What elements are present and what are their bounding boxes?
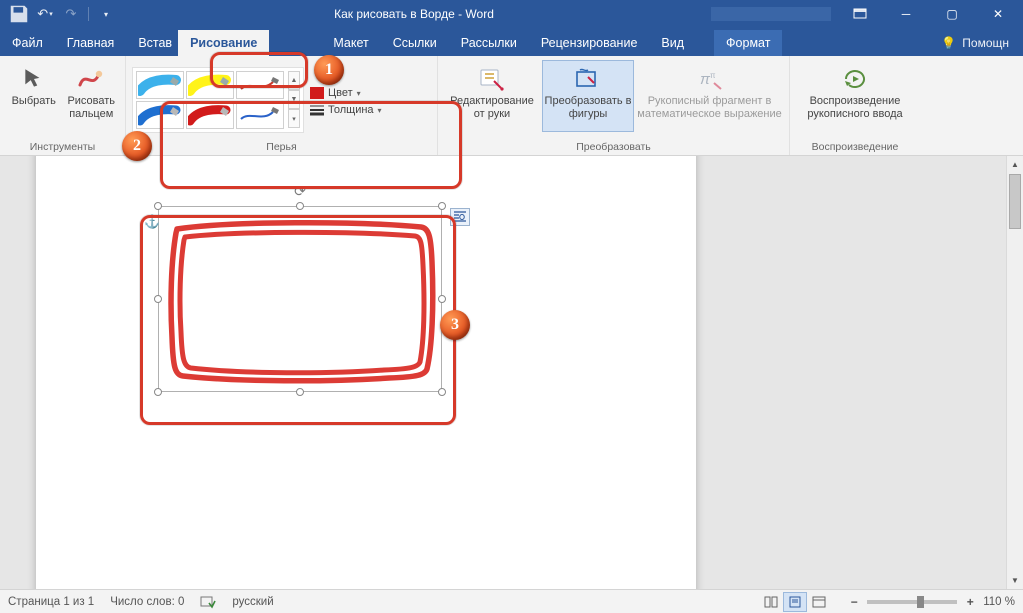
gallery-down-button[interactable]: ▼ bbox=[288, 90, 300, 109]
pen-color-menu[interactable]: Цвет ▾ bbox=[308, 86, 384, 100]
tab-review[interactable]: Рецензирование bbox=[529, 30, 650, 56]
svg-text:π: π bbox=[710, 71, 716, 80]
tab-insert[interactable]: Встав bbox=[126, 30, 178, 56]
account-strip[interactable] bbox=[711, 7, 831, 21]
word-count[interactable]: Число слов: 0 bbox=[110, 596, 184, 608]
spellcheck-icon[interactable] bbox=[200, 595, 216, 609]
draw-touch-button[interactable]: Рисовать пальцем bbox=[64, 60, 120, 132]
ink-editing-button[interactable]: Редактирование от руки bbox=[444, 60, 540, 132]
view-print-button[interactable] bbox=[783, 592, 807, 612]
language-indicator[interactable]: русский bbox=[232, 596, 273, 608]
zoom-out-button[interactable]: − bbox=[847, 595, 861, 609]
pen-properties: Цвет ▾ Толщина ▾ bbox=[306, 82, 386, 117]
tab-mailings[interactable]: Рассылки bbox=[449, 30, 529, 56]
pen-thin-blue[interactable] bbox=[236, 101, 284, 129]
callout-badge-2: 2 bbox=[122, 131, 152, 161]
gallery-up-button[interactable]: ▲ bbox=[288, 71, 300, 90]
pen-gallery-scroll: ▲ ▼ ▾ bbox=[288, 71, 300, 129]
tab-file[interactable]: Файл bbox=[0, 30, 55, 56]
ribbon: Выбрать Рисовать пальцем Инструменты bbox=[0, 56, 1023, 156]
title-bar: ↶▾ ↷ ▾ Как рисовать в Ворде - Word ─ ▢ ✕ bbox=[0, 0, 1023, 28]
minimize-button[interactable]: ─ bbox=[883, 0, 929, 28]
ink-shape bbox=[159, 207, 443, 393]
color-swatch-icon bbox=[310, 87, 324, 99]
view-read-button[interactable] bbox=[759, 592, 783, 612]
ribbon-tabs: Файл Главная Встав Рисование Макет Ссылк… bbox=[0, 28, 1023, 56]
ink-selection[interactable]: ⟳ bbox=[158, 206, 442, 392]
tab-format[interactable]: Формат bbox=[714, 30, 782, 56]
zoom-slider[interactable] bbox=[867, 600, 957, 604]
thickness-lines-icon bbox=[310, 104, 324, 116]
zoom-controls: − + 110 % bbox=[847, 595, 1015, 609]
scroll-up-button[interactable]: ▲ bbox=[1007, 156, 1023, 173]
scroll-thumb[interactable] bbox=[1009, 174, 1021, 229]
zoom-knob[interactable] bbox=[917, 596, 924, 608]
status-bar: Страница 1 из 1 Число слов: 0 русский − … bbox=[0, 589, 1023, 613]
pen-thickness-menu[interactable]: Толщина ▾ bbox=[308, 103, 384, 117]
page-canvas[interactable]: ⟳ ⚓ bbox=[36, 156, 696, 589]
gallery-more-button[interactable]: ▾ bbox=[288, 109, 300, 128]
maximize-button[interactable]: ▢ bbox=[929, 0, 975, 28]
tell-me[interactable]: 💡 Помощн bbox=[933, 30, 1023, 56]
anchor-icon: ⚓ bbox=[144, 214, 160, 230]
replay-icon bbox=[839, 65, 871, 93]
zoom-in-button[interactable]: + bbox=[963, 595, 977, 609]
pen-thin-red[interactable] bbox=[236, 71, 284, 99]
qat-customize-button[interactable]: ▾ bbox=[95, 3, 117, 25]
select-button[interactable]: Выбрать bbox=[6, 60, 62, 132]
group-tools: Выбрать Рисовать пальцем Инструменты bbox=[0, 56, 126, 155]
svg-text:π: π bbox=[700, 71, 711, 88]
ink-to-shape-icon bbox=[572, 65, 604, 93]
zoom-level[interactable]: 110 % bbox=[983, 596, 1015, 608]
pen-gallery bbox=[136, 71, 284, 129]
pen-brush-red[interactable] bbox=[186, 101, 234, 129]
tab-layout[interactable]: Макет bbox=[321, 30, 380, 56]
view-buttons bbox=[759, 592, 831, 612]
tab-draw[interactable]: Рисование bbox=[178, 30, 269, 56]
quick-access-toolbar: ↶▾ ↷ ▾ bbox=[2, 3, 117, 25]
window-title: Как рисовать в Ворде - Word bbox=[117, 7, 711, 21]
view-web-button[interactable] bbox=[807, 592, 831, 612]
save-button[interactable] bbox=[8, 3, 30, 25]
pen-highlighter-yellow[interactable] bbox=[186, 71, 234, 99]
tab-home[interactable]: Главная bbox=[55, 30, 127, 56]
ink-to-math-button: ππ Рукописный фрагмент в математическое … bbox=[636, 60, 783, 132]
vertical-scrollbar[interactable]: ▲ ▼ bbox=[1006, 156, 1023, 589]
callout-badge-3: 3 bbox=[440, 310, 470, 340]
undo-button[interactable]: ↶▾ bbox=[34, 3, 56, 25]
close-button[interactable]: ✕ bbox=[975, 0, 1021, 28]
rotate-handle-icon[interactable]: ⟳ bbox=[292, 183, 308, 199]
group-pens: ▲ ▼ ▾ Цвет ▾ Толщина ▾ Перья bbox=[126, 56, 438, 155]
ribbon-display-options-button[interactable] bbox=[837, 0, 883, 28]
ink-to-shapes-button[interactable]: Преобразовать в фигуры bbox=[542, 60, 634, 132]
tab-view[interactable]: Вид bbox=[649, 30, 696, 56]
ink-edit-icon bbox=[476, 65, 508, 93]
finger-draw-icon bbox=[75, 65, 107, 93]
scroll-down-button[interactable]: ▼ bbox=[1007, 572, 1023, 589]
group-convert: Редактирование от руки Преобразовать в ф… bbox=[438, 56, 790, 155]
layout-options-button[interactable] bbox=[450, 208, 470, 226]
pen-highlighter-blue[interactable] bbox=[136, 71, 184, 99]
lightbulb-icon: 💡 bbox=[941, 36, 956, 50]
group-replay: Воспроизведение рукописного ввода Воспро… bbox=[790, 56, 920, 155]
pen-brush-blue[interactable] bbox=[136, 101, 184, 129]
math-pi-icon: ππ bbox=[694, 65, 726, 93]
callout-badge-1: 1 bbox=[314, 55, 344, 85]
document-area: ⟳ ⚓ ▲ ▼ bbox=[0, 156, 1023, 589]
page-indicator[interactable]: Страница 1 из 1 bbox=[8, 596, 94, 608]
redo-button[interactable]: ↷ bbox=[60, 3, 82, 25]
cursor-icon bbox=[18, 65, 50, 93]
window-controls: ─ ▢ ✕ bbox=[837, 0, 1021, 28]
tab-references[interactable]: Ссылки bbox=[381, 30, 449, 56]
ink-replay-button[interactable]: Воспроизведение рукописного ввода bbox=[796, 60, 914, 132]
